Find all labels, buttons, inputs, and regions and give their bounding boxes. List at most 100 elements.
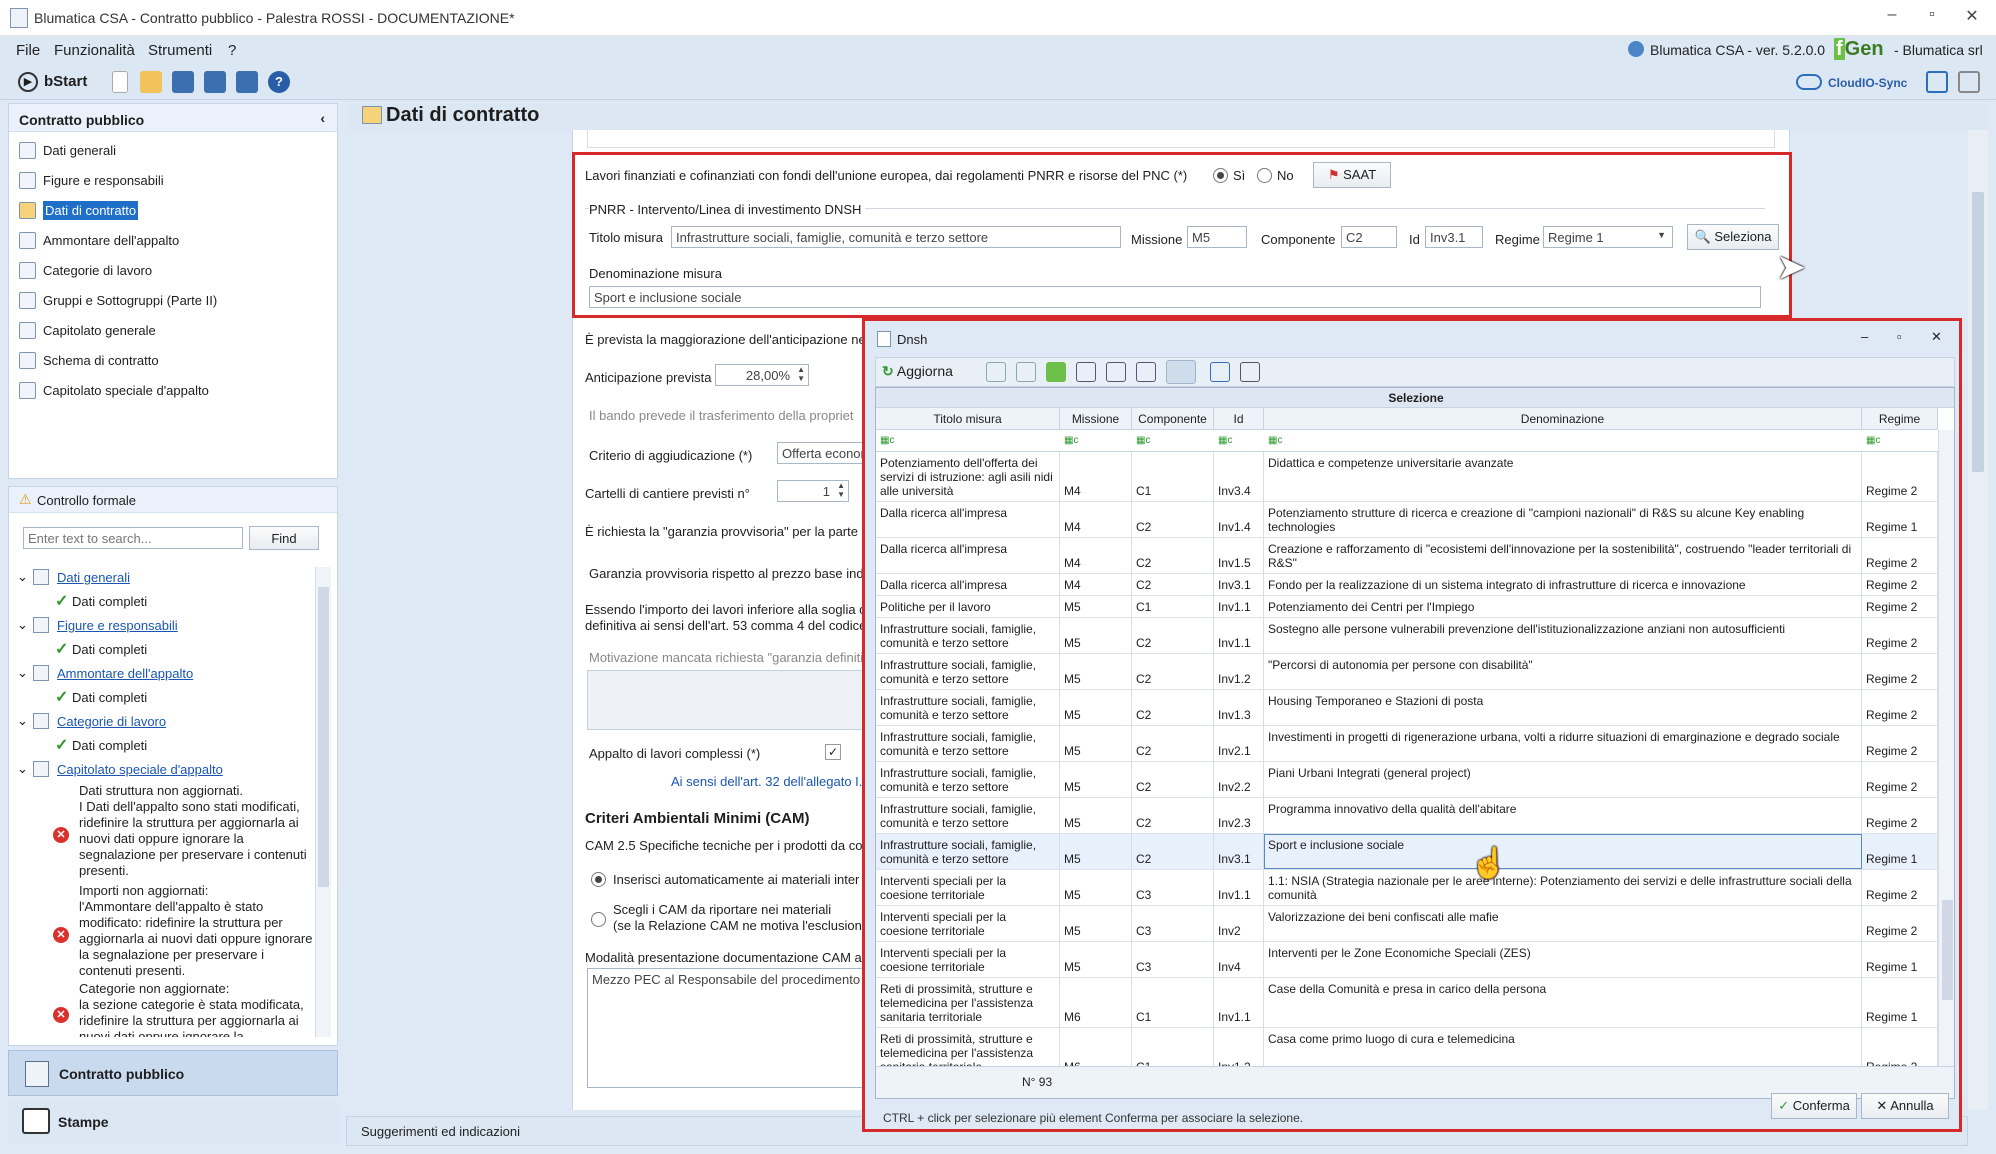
column-header-regime[interactable]: Regime bbox=[1862, 408, 1938, 430]
maximize-icon[interactable]: ▫ bbox=[1912, 6, 1952, 24]
table-row[interactable]: Infrastrutture sociali, famiglie, comuni… bbox=[876, 762, 1938, 798]
filter-icon[interactable]: ▦c bbox=[880, 435, 894, 446]
column-header-missione[interactable]: Missione bbox=[1060, 408, 1132, 430]
complessi-checkbox[interactable]: ✓ bbox=[825, 744, 841, 760]
cloud-sync-label[interactable]: CloudIO-Sync bbox=[1828, 76, 1907, 90]
save-icon[interactable] bbox=[172, 71, 194, 93]
column-header-id[interactable]: Id bbox=[1214, 408, 1264, 430]
exit-icon[interactable] bbox=[1958, 71, 1980, 93]
spin-icon[interactable]: ▲ ▼ bbox=[837, 481, 845, 499]
grid-scrollbar[interactable] bbox=[1938, 430, 1954, 1066]
tree-scrollbar[interactable] bbox=[315, 567, 331, 1037]
refresh-button[interactable]: ↻ Aggiorna bbox=[882, 363, 953, 380]
bottom-nav-contratto[interactable]: Contratto pubblico bbox=[8, 1050, 338, 1096]
tree-link-ammontare[interactable]: Ammontare dell'appalto bbox=[57, 666, 193, 681]
close-icon[interactable]: ✕ bbox=[1952, 6, 1992, 26]
table-row[interactable]: Interventi speciali per la coesione terr… bbox=[876, 906, 1938, 942]
open-folder-icon[interactable] bbox=[140, 71, 162, 93]
table-row[interactable]: Interventi speciali per la coesione terr… bbox=[876, 870, 1938, 906]
nav-item-dati-generali[interactable]: Dati generali bbox=[15, 138, 331, 164]
group-icon[interactable] bbox=[1046, 362, 1066, 382]
nav-item-gruppi[interactable]: Gruppi e Sottogruppi (Parte II) bbox=[15, 288, 331, 314]
printer-icon[interactable] bbox=[1240, 362, 1260, 382]
grid-icon[interactable] bbox=[1106, 362, 1126, 382]
close-icon[interactable]: ✕ bbox=[1931, 329, 1942, 345]
search-input[interactable] bbox=[23, 527, 243, 549]
export-icon[interactable] bbox=[1210, 362, 1230, 382]
bottom-nav-stampe[interactable]: Stampe bbox=[8, 1100, 338, 1144]
nav-item-ammontare[interactable]: Ammontare dell'appalto bbox=[15, 228, 331, 254]
column-header-titolo[interactable]: Titolo misura bbox=[876, 408, 1060, 430]
table-row[interactable]: Politiche per il lavoro M5 C1 Inv1.1 Potenzi… bbox=[876, 596, 1938, 618]
menu-strumenti[interactable]: Strumenti bbox=[148, 42, 212, 59]
menu-help[interactable]: ? bbox=[228, 42, 236, 59]
table-row[interactable]: Reti di prossimità, strutture e telemedi… bbox=[876, 978, 1938, 1028]
table-row[interactable]: Interventi speciali per la coesione terr… bbox=[876, 942, 1938, 978]
tree-link-capitolato-speciale[interactable]: Capitolato speciale d'appalto bbox=[57, 762, 223, 777]
rows-icon[interactable] bbox=[1166, 360, 1196, 384]
radio-cam-auto[interactable] bbox=[591, 872, 606, 887]
table-row[interactable]: Infrastrutture sociali, famiglie, comuni… bbox=[876, 798, 1938, 834]
tree-link-figure[interactable]: Figure e responsabili bbox=[57, 618, 178, 633]
menu-file[interactable]: File bbox=[16, 42, 40, 59]
nav-item-figure[interactable]: Figure e responsabili bbox=[15, 168, 331, 194]
chevron-down-icon[interactable]: ⌄ bbox=[17, 761, 28, 777]
chevron-down-icon[interactable]: ⌄ bbox=[17, 713, 28, 729]
table-row[interactable]: Dalla ricerca all'impresa M4 C2 Inv1.5 Creaz… bbox=[876, 538, 1938, 574]
chevron-down-icon[interactable]: ⌄ bbox=[17, 617, 28, 633]
cartelli-field[interactable]: 1 ▲ ▼ bbox=[777, 480, 849, 502]
motivazione-textarea[interactable] bbox=[587, 670, 887, 730]
table-row[interactable]: Potenziamento dell'offerta dei servizi d… bbox=[876, 452, 1938, 502]
filter-icon[interactable] bbox=[1016, 362, 1036, 382]
nav-item-schema[interactable]: Schema di contratto bbox=[15, 348, 331, 374]
cancel-button[interactable]: ✕ Annulla bbox=[1861, 1093, 1949, 1119]
find-button[interactable]: Find bbox=[249, 526, 319, 550]
column-header-componente[interactable]: Componente bbox=[1132, 408, 1214, 430]
table-row[interactable]: Infrastrutture sociali, famiglie, comuni… bbox=[876, 726, 1938, 762]
expand-icon[interactable] bbox=[1136, 362, 1156, 382]
column-header-denominazione[interactable]: Denominazione bbox=[1264, 408, 1862, 430]
new-file-icon[interactable] bbox=[112, 71, 128, 93]
filter-icon[interactable]: ▦c bbox=[1218, 435, 1232, 446]
nav-item-capitolato-speciale[interactable]: Capitolato speciale d'appalto bbox=[15, 378, 331, 404]
minimize-icon[interactable]: – bbox=[1872, 6, 1912, 24]
table-row[interactable]: Infrastrutture sociali, famiglie, comuni… bbox=[876, 654, 1938, 690]
nav-item-dati-contratto[interactable]: Dati di contratto bbox=[15, 198, 331, 224]
table-row[interactable]: Infrastrutture sociali, famiglie, comuni… bbox=[876, 618, 1938, 654]
table-row[interactable]: Dalla ricerca all'impresa M4 C2 Inv3.1 Fondo… bbox=[876, 574, 1938, 596]
nav-item-categorie[interactable]: Categorie di lavoro bbox=[15, 258, 331, 284]
scroll-thumb[interactable] bbox=[1942, 900, 1953, 1000]
table-row[interactable]: Reti di prossimità, strutture e telemedi… bbox=[876, 1028, 1938, 1066]
tree-link-categorie[interactable]: Categorie di lavoro bbox=[57, 714, 166, 729]
menu-funzionalita[interactable]: Funzionalità bbox=[54, 42, 135, 59]
scroll-thumb[interactable] bbox=[318, 587, 329, 887]
table-row[interactable]: Infrastrutture sociali, famiglie, comuni… bbox=[876, 834, 1938, 870]
share-icon[interactable] bbox=[1926, 71, 1948, 93]
chevron-down-icon[interactable]: ⌄ bbox=[17, 569, 28, 585]
filter-icon[interactable]: ▦c bbox=[1866, 435, 1880, 446]
maximize-icon[interactable]: ▫ bbox=[1897, 329, 1902, 344]
columns-icon[interactable] bbox=[1076, 362, 1096, 382]
collapse-icon[interactable]: ‹ bbox=[320, 110, 325, 126]
table-row[interactable]: Dalla ricerca all'impresa M4 C2 Inv1.4 Poten… bbox=[876, 502, 1938, 538]
radio-cam-manual[interactable] bbox=[591, 912, 606, 927]
scroll-thumb[interactable] bbox=[1972, 192, 1984, 472]
modalita-textarea[interactable]: Mezzo PEC al Responsabile del procedimen… bbox=[587, 968, 887, 1088]
criterio-select[interactable]: Offerta econor bbox=[777, 442, 873, 464]
filter-row[interactable]: ▦c ▦c ▦c ▦c ▦c ▦c bbox=[876, 430, 1938, 452]
confirm-button[interactable]: ✓ Conferma bbox=[1771, 1093, 1857, 1119]
save-all-icon[interactable] bbox=[204, 71, 226, 93]
filter-icon[interactable]: ▦c bbox=[1064, 435, 1078, 446]
filter-icon[interactable]: ▦c bbox=[1136, 435, 1150, 446]
spin-icon[interactable]: ▲ ▼ bbox=[797, 365, 805, 383]
chevron-down-icon[interactable]: ⌄ bbox=[17, 665, 28, 681]
save-as-icon[interactable] bbox=[236, 71, 258, 93]
bstart-button[interactable]: ▶ bStart bbox=[16, 70, 96, 94]
tree-link-dati-generali[interactable]: Dati generali bbox=[57, 570, 130, 585]
nav-item-capitolato-generale[interactable]: Capitolato generale bbox=[15, 318, 331, 344]
cloud-sync-icon[interactable] bbox=[1796, 74, 1822, 90]
minimize-icon[interactable]: – bbox=[1861, 329, 1868, 344]
main-scrollbar[interactable] bbox=[1968, 130, 1988, 1110]
filter-icon[interactable]: ▦c bbox=[1268, 435, 1282, 446]
anticipazione-field[interactable]: 28,00% ▲ ▼ bbox=[715, 364, 809, 386]
